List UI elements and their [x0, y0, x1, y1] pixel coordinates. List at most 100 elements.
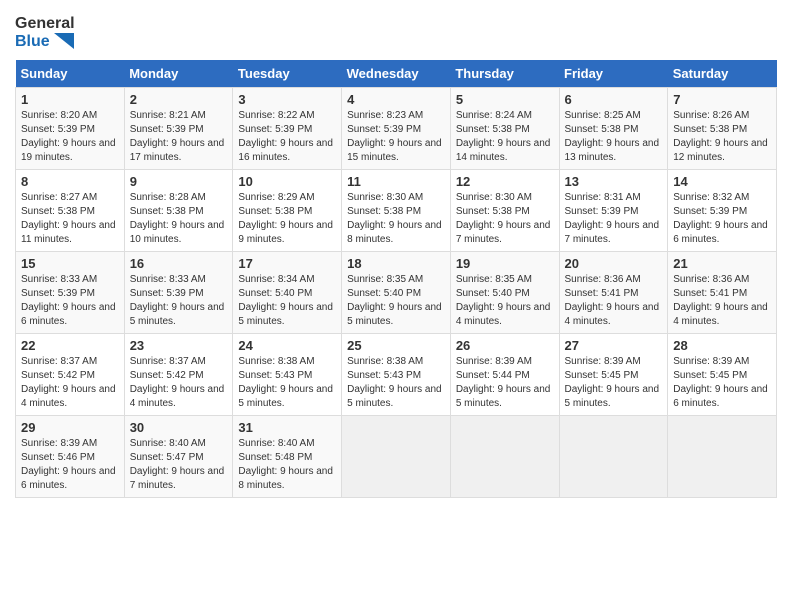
day-info: Sunrise: 8:29 AM Sunset: 5:38 PM Dayligh…	[238, 191, 336, 247]
day-info: Sunrise: 8:39 AM Sunset: 5:44 PM Dayligh…	[456, 355, 554, 411]
day-number: 16	[130, 256, 228, 271]
day-info: Sunrise: 8:35 AM Sunset: 5:40 PM Dayligh…	[456, 273, 554, 329]
calendar-cell: 24 Sunrise: 8:38 AM Sunset: 5:43 PM Dayli…	[233, 334, 342, 416]
day-info: Sunrise: 8:33 AM Sunset: 5:39 PM Dayligh…	[21, 273, 119, 329]
day-number: 1	[21, 92, 119, 107]
day-header-friday: Friday	[559, 60, 668, 88]
day-info: Sunrise: 8:34 AM Sunset: 5:40 PM Dayligh…	[238, 273, 336, 329]
calendar-cell: 3 Sunrise: 8:22 AM Sunset: 5:39 PM Daylig…	[233, 88, 342, 170]
day-info: Sunrise: 8:38 AM Sunset: 5:43 PM Dayligh…	[347, 355, 445, 411]
day-info: Sunrise: 8:40 AM Sunset: 5:48 PM Dayligh…	[238, 437, 336, 493]
calendar-cell	[450, 416, 559, 498]
day-number: 13	[565, 174, 663, 189]
day-number: 29	[21, 420, 119, 435]
calendar-cell	[559, 416, 668, 498]
day-info: Sunrise: 8:21 AM Sunset: 5:39 PM Dayligh…	[130, 109, 228, 165]
day-number: 23	[130, 338, 228, 353]
calendar-table: SundayMondayTuesdayWednesdayThursdayFrid…	[15, 60, 777, 498]
day-info: Sunrise: 8:40 AM Sunset: 5:47 PM Dayligh…	[130, 437, 228, 493]
calendar-cell	[668, 416, 777, 498]
calendar-cell: 30 Sunrise: 8:40 AM Sunset: 5:47 PM Dayli…	[124, 416, 233, 498]
day-number: 19	[456, 256, 554, 271]
day-info: Sunrise: 8:39 AM Sunset: 5:46 PM Dayligh…	[21, 437, 119, 493]
day-number: 17	[238, 256, 336, 271]
calendar-cell: 31 Sunrise: 8:40 AM Sunset: 5:48 PM Dayli…	[233, 416, 342, 498]
day-info: Sunrise: 8:23 AM Sunset: 5:39 PM Dayligh…	[347, 109, 445, 165]
calendar-cell: 23 Sunrise: 8:37 AM Sunset: 5:42 PM Dayli…	[124, 334, 233, 416]
logo: General Blue	[15, 15, 75, 50]
day-header-wednesday: Wednesday	[342, 60, 451, 88]
calendar-cell: 17 Sunrise: 8:34 AM Sunset: 5:40 PM Dayli…	[233, 252, 342, 334]
day-header-monday: Monday	[124, 60, 233, 88]
page-header: General Blue	[15, 15, 777, 50]
day-info: Sunrise: 8:38 AM Sunset: 5:43 PM Dayligh…	[238, 355, 336, 411]
calendar-week-1: 1 Sunrise: 8:20 AM Sunset: 5:39 PM Daylig…	[16, 88, 777, 170]
day-info: Sunrise: 8:22 AM Sunset: 5:39 PM Dayligh…	[238, 109, 336, 165]
day-number: 30	[130, 420, 228, 435]
logo-text-general: General	[15, 15, 75, 33]
day-number: 5	[456, 92, 554, 107]
calendar-cell: 6 Sunrise: 8:25 AM Sunset: 5:38 PM Daylig…	[559, 88, 668, 170]
day-number: 9	[130, 174, 228, 189]
day-number: 6	[565, 92, 663, 107]
day-header-saturday: Saturday	[668, 60, 777, 88]
day-info: Sunrise: 8:25 AM Sunset: 5:38 PM Dayligh…	[565, 109, 663, 165]
calendar-cell: 12Sunrise: 8:30 AM Sunset: 5:38 PM Dayli…	[450, 170, 559, 252]
day-info: Sunrise: 8:37 AM Sunset: 5:42 PM Dayligh…	[21, 355, 119, 411]
day-info: Sunrise: 8:37 AM Sunset: 5:42 PM Dayligh…	[130, 355, 228, 411]
day-info: Sunrise: 8:28 AM Sunset: 5:38 PM Dayligh…	[130, 191, 228, 247]
day-number: 14	[673, 174, 771, 189]
day-info: Sunrise: 8:30 AM Sunset: 5:38 PM Dayligh…	[456, 191, 554, 247]
calendar-cell: 5 Sunrise: 8:24 AM Sunset: 5:38 PM Daylig…	[450, 88, 559, 170]
day-info: Sunrise: 8:26 AM Sunset: 5:38 PM Dayligh…	[673, 109, 771, 165]
day-info: Sunrise: 8:20 AM Sunset: 5:39 PM Dayligh…	[21, 109, 119, 165]
day-number: 24	[238, 338, 336, 353]
day-number: 22	[21, 338, 119, 353]
calendar-cell: 14Sunrise: 8:32 AM Sunset: 5:39 PM Dayli…	[668, 170, 777, 252]
day-number: 3	[238, 92, 336, 107]
day-header-sunday: Sunday	[16, 60, 125, 88]
calendar-week-2: 8 Sunrise: 8:27 AM Sunset: 5:38 PM Daylig…	[16, 170, 777, 252]
day-info: Sunrise: 8:36 AM Sunset: 5:41 PM Dayligh…	[565, 273, 663, 329]
day-info: Sunrise: 8:30 AM Sunset: 5:38 PM Dayligh…	[347, 191, 445, 247]
day-info: Sunrise: 8:24 AM Sunset: 5:38 PM Dayligh…	[456, 109, 554, 165]
day-number: 2	[130, 92, 228, 107]
day-number: 4	[347, 92, 445, 107]
calendar-cell: 2 Sunrise: 8:21 AM Sunset: 5:39 PM Daylig…	[124, 88, 233, 170]
calendar-cell: 25 Sunrise: 8:38 AM Sunset: 5:43 PM Dayli…	[342, 334, 451, 416]
day-number: 31	[238, 420, 336, 435]
calendar-header-row: SundayMondayTuesdayWednesdayThursdayFrid…	[16, 60, 777, 88]
calendar-week-3: 15 Sunrise: 8:33 AM Sunset: 5:39 PM Dayli…	[16, 252, 777, 334]
calendar-week-5: 29 Sunrise: 8:39 AM Sunset: 5:46 PM Dayli…	[16, 416, 777, 498]
calendar-cell: 7 Sunrise: 8:26 AM Sunset: 5:38 PM Daylig…	[668, 88, 777, 170]
logo-container: General Blue	[15, 15, 75, 50]
calendar-cell: 13Sunrise: 8:31 AM Sunset: 5:39 PM Dayli…	[559, 170, 668, 252]
calendar-cell: 11 Sunrise: 8:30 AM Sunset: 5:38 PM Dayli…	[342, 170, 451, 252]
calendar-cell: 28Sunrise: 8:39 AM Sunset: 5:45 PM Dayli…	[668, 334, 777, 416]
logo-arrow-icon	[54, 33, 74, 49]
day-number: 11	[347, 174, 445, 189]
calendar-cell: 20 Sunrise: 8:36 AM Sunset: 5:41 PM Dayli…	[559, 252, 668, 334]
day-number: 7	[673, 92, 771, 107]
calendar-cell: 1 Sunrise: 8:20 AM Sunset: 5:39 PM Daylig…	[16, 88, 125, 170]
day-info: Sunrise: 8:27 AM Sunset: 5:38 PM Dayligh…	[21, 191, 119, 247]
day-number: 25	[347, 338, 445, 353]
day-number: 20	[565, 256, 663, 271]
calendar-cell: 29 Sunrise: 8:39 AM Sunset: 5:46 PM Dayli…	[16, 416, 125, 498]
calendar-cell: 26 Sunrise: 8:39 AM Sunset: 5:44 PM Dayli…	[450, 334, 559, 416]
day-number: 8	[21, 174, 119, 189]
day-number: 26	[456, 338, 554, 353]
day-number: 10	[238, 174, 336, 189]
calendar-cell: 8 Sunrise: 8:27 AM Sunset: 5:38 PM Daylig…	[16, 170, 125, 252]
day-number: 15	[21, 256, 119, 271]
calendar-cell: 4 Sunrise: 8:23 AM Sunset: 5:39 PM Daylig…	[342, 88, 451, 170]
calendar-cell: 21Sunrise: 8:36 AM Sunset: 5:41 PM Dayli…	[668, 252, 777, 334]
calendar-cell: 10 Sunrise: 8:29 AM Sunset: 5:38 PM Dayli…	[233, 170, 342, 252]
calendar-cell: 9 Sunrise: 8:28 AM Sunset: 5:38 PM Daylig…	[124, 170, 233, 252]
calendar-cell: 18Sunrise: 8:35 AM Sunset: 5:40 PM Dayli…	[342, 252, 451, 334]
day-info: Sunrise: 8:39 AM Sunset: 5:45 PM Dayligh…	[565, 355, 663, 411]
day-info: Sunrise: 8:33 AM Sunset: 5:39 PM Dayligh…	[130, 273, 228, 329]
calendar-body: 1 Sunrise: 8:20 AM Sunset: 5:39 PM Daylig…	[16, 88, 777, 498]
calendar-cell: 16 Sunrise: 8:33 AM Sunset: 5:39 PM Dayli…	[124, 252, 233, 334]
day-number: 28	[673, 338, 771, 353]
